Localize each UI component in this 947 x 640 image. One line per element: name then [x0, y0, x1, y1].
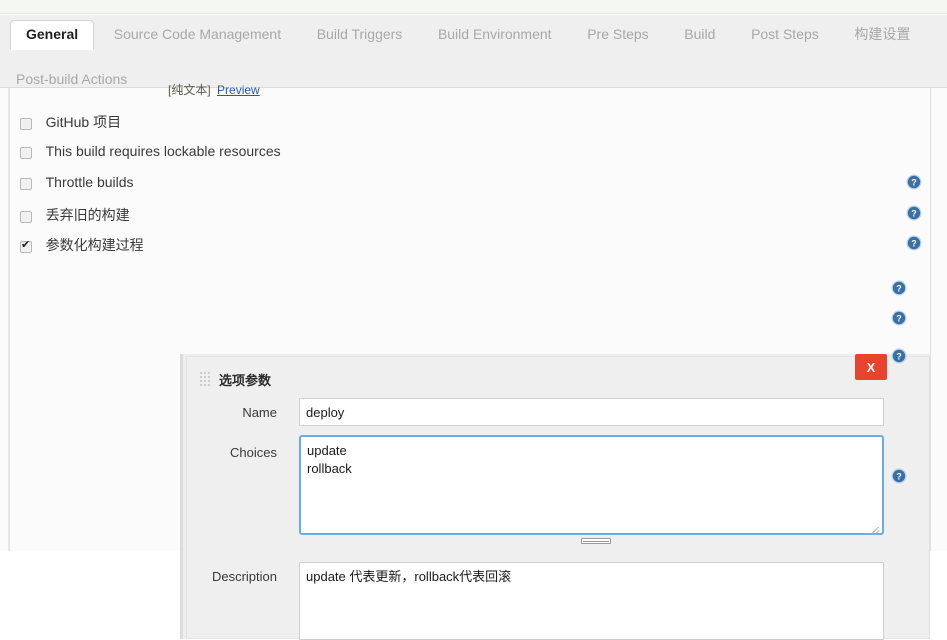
tab-build-environment[interactable]: Build Environment: [422, 20, 568, 50]
svg-text:?: ?: [896, 472, 902, 482]
name-input[interactable]: [299, 398, 884, 426]
checkbox-throttle-builds[interactable]: [20, 178, 32, 190]
top-accent-strip: [0, 0, 947, 14]
description-textarea[interactable]: [299, 562, 884, 640]
choices-resize-handle[interactable]: [870, 523, 882, 535]
config-form-body: [纯文本] Preview GitHub 项目 This build requi…: [0, 83, 947, 640]
svg-text:?: ?: [896, 284, 902, 294]
help-icon-choices-field[interactable]: ?: [891, 348, 907, 364]
option-row-discard-old-builds[interactable]: 丢弃旧的构建: [20, 205, 130, 225]
option-label-parameterized-build: 参数化构建过程: [45, 237, 144, 253]
tab-build[interactable]: Build: [668, 20, 731, 50]
tab-pre-steps[interactable]: Pre Steps: [571, 20, 664, 50]
help-icon-parameter-type[interactable]: ?: [891, 280, 907, 296]
parameter-definition-block: 选项参数 X Name Choices Description: [180, 354, 930, 640]
checkbox-github-project[interactable]: [20, 118, 32, 130]
option-label-discard-old-builds: 丢弃旧的构建: [45, 207, 130, 223]
svg-text:?: ?: [911, 178, 917, 188]
help-icon-parameterized-build[interactable]: ?: [906, 235, 922, 251]
checkbox-discard-old-builds[interactable]: [20, 211, 32, 223]
tab-build-triggers[interactable]: Build Triggers: [301, 20, 419, 50]
help-icon-discard-old-builds[interactable]: ?: [906, 205, 922, 221]
tab-general[interactable]: General: [10, 20, 95, 51]
field-label-name: Name: [242, 405, 277, 420]
description-preview-row: [纯文本] Preview: [168, 81, 260, 98]
parameter-definition-panel: 选项参数 X Name Choices Description: [186, 354, 930, 640]
option-label-lockable-resources: This build requires lockable resources: [45, 143, 281, 159]
tab-build-settings[interactable]: 构建设置: [838, 20, 926, 50]
help-icon-description-field[interactable]: ?: [891, 468, 907, 484]
tab-row-primary: General Source Code Management Build Tri…: [0, 20, 926, 51]
option-label-github-project: GitHub 项目: [45, 114, 122, 130]
form-right-divider: [930, 88, 931, 551]
form-left-divider: [8, 88, 10, 551]
choices-textarea[interactable]: [299, 435, 884, 535]
option-label-throttle-builds: Throttle builds: [45, 174, 134, 190]
svg-text:?: ?: [896, 314, 902, 324]
preview-link[interactable]: Preview: [217, 83, 260, 97]
help-icon-name-field[interactable]: ?: [891, 310, 907, 326]
option-row-lockable-resources[interactable]: This build requires lockable resources: [20, 143, 281, 163]
checkbox-parameterized-build[interactable]: [20, 238, 32, 253]
field-label-choices: Choices: [230, 445, 277, 460]
tab-source-code-management[interactable]: Source Code Management: [98, 20, 297, 50]
option-row-parameterized-build[interactable]: 参数化构建过程: [20, 235, 144, 255]
help-icon-throttle-builds[interactable]: ?: [906, 174, 922, 190]
close-icon[interactable]: X: [855, 354, 887, 380]
option-row-github-project[interactable]: GitHub 项目: [20, 112, 121, 132]
tab-post-steps[interactable]: Post Steps: [735, 20, 835, 50]
config-tab-bar: General Source Code Management Build Tri…: [0, 15, 947, 88]
plain-text-label: [纯文本]: [168, 83, 211, 97]
svg-text:?: ?: [911, 239, 917, 249]
parameter-type-title: 选项参数: [219, 373, 272, 388]
svg-text:?: ?: [896, 352, 902, 362]
checkbox-lockable-resources[interactable]: [20, 147, 32, 159]
option-row-throttle-builds[interactable]: Throttle builds: [20, 174, 134, 194]
drag-grip-icon[interactable]: [199, 371, 210, 386]
svg-text:?: ?: [911, 209, 917, 219]
choices-drag-bar[interactable]: [581, 538, 611, 544]
field-label-description: Description: [211, 569, 277, 584]
